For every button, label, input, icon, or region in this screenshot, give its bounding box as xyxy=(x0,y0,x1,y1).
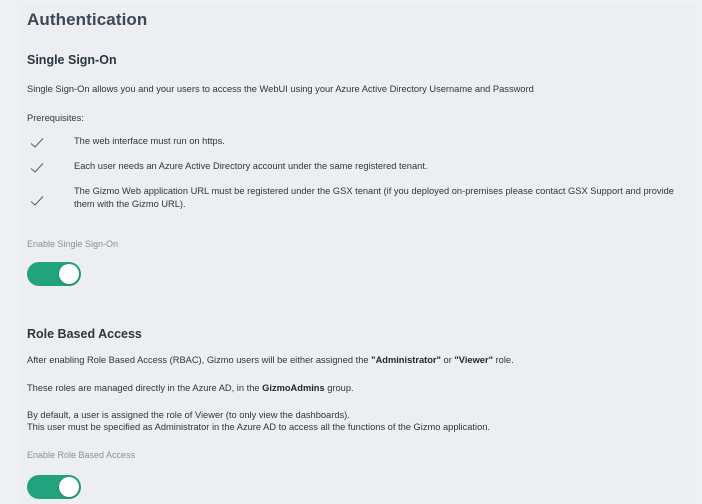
authentication-panel: Authentication Single Sign-On Single Sig… xyxy=(20,4,696,504)
prerequisite-text: The web interface must run on https. xyxy=(74,136,225,146)
toggle-knob xyxy=(59,264,79,284)
rbac-text: After enabling Role Based Access (RBAC),… xyxy=(27,355,372,365)
page-title: Authentication xyxy=(27,10,148,29)
sso-section-title: Single Sign-On xyxy=(27,53,117,67)
rbac-description-roles: After enabling Role Based Access (RBAC),… xyxy=(27,354,514,366)
check-icon xyxy=(30,138,44,148)
group-name: GizmoAdmins xyxy=(262,383,325,393)
sso-description: Single Sign-On allows you and your users… xyxy=(27,84,534,94)
rbac-toggle-label: Enable Role Based Access xyxy=(27,450,136,460)
rbac-section-title: Role Based Access xyxy=(27,327,142,341)
role-viewer: "Viewer" xyxy=(454,355,493,365)
rbac-default-role: By default, a user is assigned the role … xyxy=(27,410,350,420)
sso-toggle[interactable] xyxy=(27,262,81,286)
prerequisite-text: Each user needs an Azure Active Director… xyxy=(74,161,428,171)
sso-toggle-label: Enable Single Sign-On xyxy=(27,239,119,249)
rbac-admin-note: This user must be specified as Administr… xyxy=(27,422,491,432)
rbac-toggle[interactable] xyxy=(27,475,81,499)
check-icon xyxy=(30,196,44,206)
rbac-text: group. xyxy=(324,383,354,393)
rbac-text: or xyxy=(440,355,455,365)
prerequisites-label: Prerequisites: xyxy=(27,113,84,123)
toggle-knob xyxy=(59,477,79,497)
prerequisite-text: The Gizmo Web application URL must be re… xyxy=(74,186,674,209)
rbac-description-group: These roles are managed directly in the … xyxy=(27,382,354,394)
role-administrator: "Administrator" xyxy=(371,355,441,365)
rbac-text: role. xyxy=(493,355,514,365)
check-icon xyxy=(30,163,44,173)
rbac-text: These roles are managed directly in the … xyxy=(27,383,263,393)
prerequisite-item: The Gizmo Web application URL must be re… xyxy=(27,181,697,217)
